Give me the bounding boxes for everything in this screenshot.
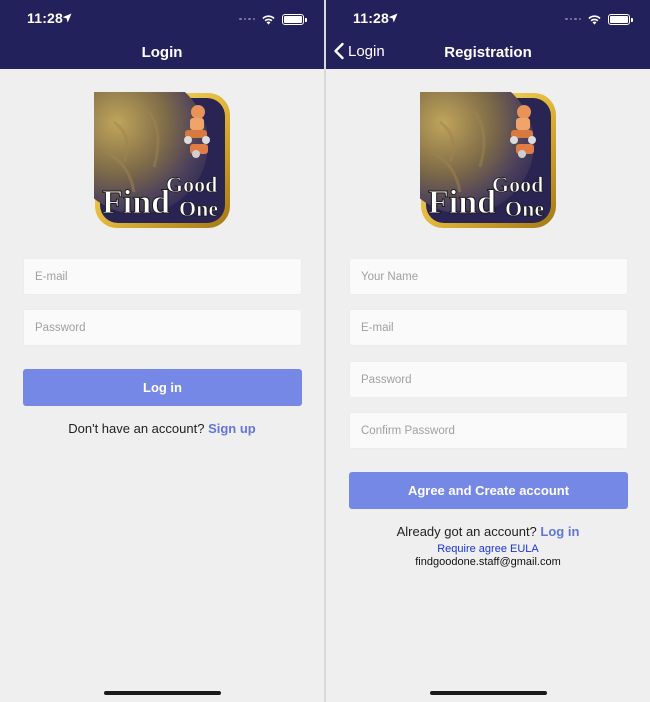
login-prompt-text: Already got an account? <box>396 524 537 539</box>
password-input[interactable] <box>24 310 301 345</box>
status-bar: 11:28 <box>0 10 324 28</box>
confirm-password-input[interactable] <box>350 413 627 448</box>
signal-icon <box>565 17 581 21</box>
navigation-bar: 11:28 Login Registration <box>326 0 650 69</box>
login-button[interactable]: Log in <box>23 369 302 406</box>
wifi-icon <box>262 14 275 25</box>
logo-text-one: One <box>505 196 544 221</box>
name-input[interactable] <box>350 259 627 294</box>
page-title: Login <box>141 44 183 61</box>
name-field[interactable] <box>349 258 628 295</box>
login-link[interactable]: Log in <box>540 524 579 539</box>
email-input[interactable] <box>350 310 627 345</box>
signup-prompt-text: Don't have an account? <box>68 421 205 436</box>
status-time: 11:28 <box>27 10 64 26</box>
battery-icon <box>608 13 633 25</box>
password-input[interactable] <box>350 362 627 397</box>
password-field[interactable] <box>23 309 302 346</box>
signal-icon <box>239 17 255 21</box>
login-prompt: Already got an account? Log in <box>326 524 650 539</box>
confirm-password-field[interactable] <box>349 412 628 449</box>
location-arrow-icon <box>388 13 398 23</box>
home-indicator <box>430 691 547 695</box>
app-logo: Find Good One <box>420 92 556 228</box>
logo-text-good: Good <box>492 172 543 197</box>
contact-email: findgoodone.staff@gmail.com <box>415 556 561 568</box>
logo-text-find: Find <box>428 184 496 221</box>
battery-icon <box>282 13 307 25</box>
logo-text-one: One <box>179 196 218 221</box>
create-account-button[interactable]: Agree and Create account <box>349 472 628 509</box>
email-field[interactable] <box>23 258 302 295</box>
wifi-icon <box>588 14 601 25</box>
logo-text-find: Find <box>102 184 170 221</box>
status-time: 11:28 <box>353 10 390 26</box>
eula-link[interactable]: Require agree EULA <box>326 543 650 555</box>
home-indicator <box>104 691 221 695</box>
signup-prompt: Don't have an account? Sign up <box>0 421 324 436</box>
signup-link[interactable]: Sign up <box>208 421 256 436</box>
password-field[interactable] <box>349 361 628 398</box>
email-field[interactable] <box>349 309 628 346</box>
email-input[interactable] <box>24 259 301 294</box>
registration-screen: 11:28 Login Registration Find Good One Y… <box>326 0 650 702</box>
login-screen: 11:28 Login Find Good One E-mail Log in … <box>0 0 324 702</box>
location-arrow-icon <box>62 13 72 23</box>
logo-text-good: Good <box>166 172 217 197</box>
app-logo: Find Good One <box>94 92 230 228</box>
navigation-bar: 11:28 Login <box>0 0 324 69</box>
page-title: Registration <box>444 44 532 61</box>
status-bar: 11:28 <box>326 10 650 28</box>
